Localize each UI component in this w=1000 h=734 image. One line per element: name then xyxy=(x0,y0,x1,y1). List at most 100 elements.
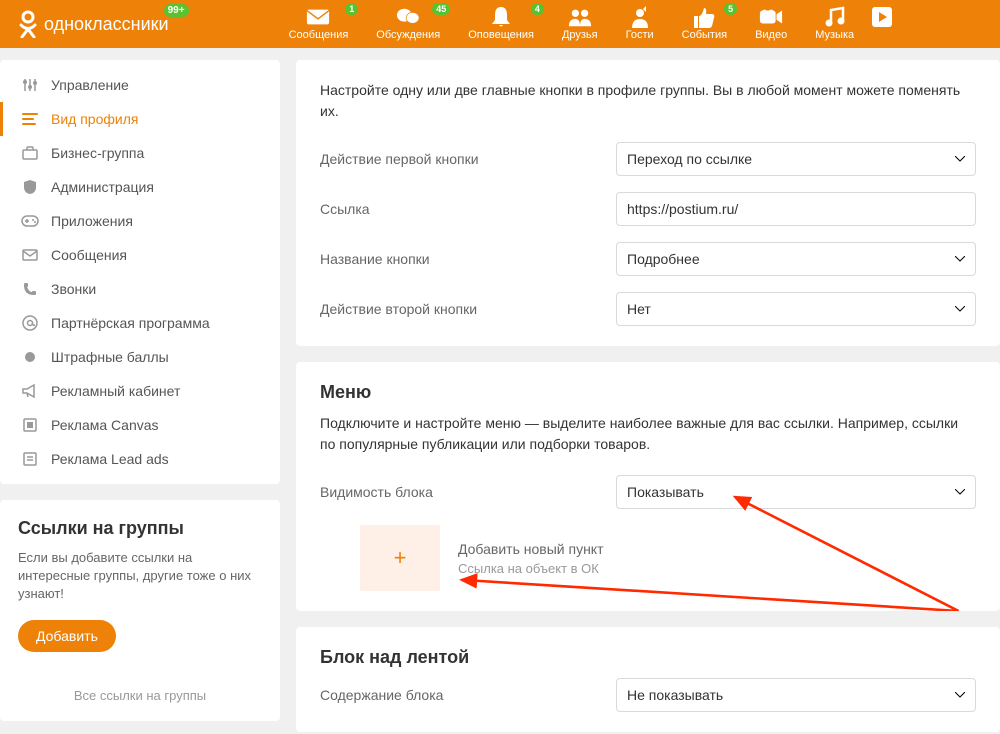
sidebar-item-label: Администрация xyxy=(51,179,154,195)
nav-badge: 4 xyxy=(531,3,544,15)
main-content: Настройте одну или две главные кнопки в … xyxy=(296,60,1000,732)
chat-icon xyxy=(396,7,420,27)
sidebar-item-calls[interactable]: Звонки xyxy=(0,272,280,306)
sidebar-item-lead-ads[interactable]: Реклама Lead ads xyxy=(0,442,280,476)
dot-icon xyxy=(21,348,39,366)
menu-panel: Меню Подключите и настройте меню — выдел… xyxy=(296,362,1000,611)
action2-label: Действие второй кнопки xyxy=(320,301,600,317)
sidebar-item-label: Управление xyxy=(51,77,129,93)
brand-badge: 99+ xyxy=(164,4,189,17)
sidebar-item-label: Сообщения xyxy=(51,247,127,263)
content-select[interactable]: Не показывать xyxy=(616,678,976,712)
canvas-icon xyxy=(21,416,39,434)
nav-notifications[interactable]: Оповещения 4 xyxy=(468,7,534,41)
buttons-panel: Настройте одну или две главные кнопки в … xyxy=(296,60,1000,346)
link-label: Ссылка xyxy=(320,201,600,217)
group-links-card: Ссылки на группы Если вы добавите ссылки… xyxy=(0,500,280,721)
at-icon xyxy=(21,314,39,332)
nav-guests[interactable]: Гости xyxy=(626,7,654,41)
nav-friends[interactable]: Друзья xyxy=(562,7,598,41)
add-link-button[interactable]: Добавить xyxy=(18,620,116,652)
brand-name: одноклассники xyxy=(44,14,169,35)
header-nav: Сообщения 1 Обсуждения 45 Оповещения 4 Д… xyxy=(289,7,895,41)
nav-label: Гости xyxy=(626,29,654,41)
add-sub: Ссылка на объект в ОК xyxy=(458,561,604,576)
sidebar-item-apps[interactable]: Приложения xyxy=(0,204,280,238)
bell-icon xyxy=(489,7,513,27)
sidebar-item-business[interactable]: Бизнес-группа xyxy=(0,136,280,170)
shield-icon xyxy=(21,178,39,196)
sidebar-item-label: Бизнес-группа xyxy=(51,145,144,161)
logo[interactable]: одноклассники 99+ xyxy=(18,10,169,38)
sidebar-item-label: Реклама Canvas xyxy=(51,417,159,433)
briefcase-icon xyxy=(21,144,39,162)
nav-badge: 45 xyxy=(432,3,450,15)
action1-label: Действие первой кнопки xyxy=(320,151,600,167)
nav-label: События xyxy=(682,29,727,41)
action1-select[interactable]: Переход по ссылке xyxy=(616,142,976,176)
top-header: одноклассники 99+ Сообщения 1 Обсуждения… xyxy=(0,0,1000,48)
sidebar-item-profile-view[interactable]: Вид профиля xyxy=(0,102,280,136)
music-icon xyxy=(823,7,847,27)
nav-music[interactable]: Музыка xyxy=(815,7,854,41)
all-links-link[interactable]: Все ссылки на группы xyxy=(18,688,262,703)
sidebar-item-label: Рекламный кабинет xyxy=(51,383,180,399)
link-input[interactable] xyxy=(616,192,976,226)
sidebar-item-partner[interactable]: Партнёрская программа xyxy=(0,306,280,340)
sidebar-item-label: Вид профиля xyxy=(51,111,138,127)
nav-events[interactable]: События 5 xyxy=(682,7,727,41)
sidebar-item-label: Штрафные баллы xyxy=(51,349,169,365)
sidebar-item-ads-cabinet[interactable]: Рекламный кабинет xyxy=(0,374,280,408)
nav-label: Музыка xyxy=(815,29,854,41)
visibility-label: Видимость блока xyxy=(320,484,600,500)
envelope-icon xyxy=(306,7,330,27)
content-label: Содержание блока xyxy=(320,687,600,703)
nav-messages[interactable]: Сообщения 1 xyxy=(289,7,349,41)
feed-block-title: Блок над лентой xyxy=(320,647,976,668)
list-icon xyxy=(21,110,39,128)
sidebar-item-label: Звонки xyxy=(51,281,96,297)
thumbs-up-icon xyxy=(692,7,716,27)
sidebar-item-canvas[interactable]: Реклама Canvas xyxy=(0,408,280,442)
nav-label: Друзья xyxy=(562,29,598,41)
sidebar-item-label: Приложения xyxy=(51,213,133,229)
links-title: Ссылки на группы xyxy=(18,518,262,539)
buttons-desc: Настройте одну или две главные кнопки в … xyxy=(320,80,976,122)
menu-desc: Подключите и настройте меню — выделите н… xyxy=(320,413,976,455)
nav-video[interactable]: Видео xyxy=(755,7,787,41)
nav-play[interactable] xyxy=(870,7,894,41)
nav-label: Оповещения xyxy=(468,29,534,41)
nav-label: Обсуждения xyxy=(376,29,440,41)
nav-label: Сообщения xyxy=(289,29,349,41)
guests-icon xyxy=(628,7,652,27)
sidebar-item-mail[interactable]: Сообщения xyxy=(0,238,280,272)
links-desc: Если вы добавите ссылки на интересные гр… xyxy=(18,549,262,604)
name-select[interactable]: Подробнее xyxy=(616,242,976,276)
sidebar-item-penalty[interactable]: Штрафные баллы xyxy=(0,340,280,374)
gamepad-icon xyxy=(21,212,39,230)
sidebar: Управление Вид профиля Бизнес-группа Адм… xyxy=(0,60,280,732)
sidebar-item-label: Партнёрская программа xyxy=(51,315,210,331)
feed-block-panel: Блок над лентой Содержание блока Не пока… xyxy=(296,627,1000,732)
sidebar-item-management[interactable]: Управление xyxy=(0,68,280,102)
nav-badge: 5 xyxy=(724,3,737,15)
add-menu-item[interactable]: + Добавить новый пункт Ссылка на объект … xyxy=(320,525,976,591)
plus-icon: + xyxy=(394,545,407,571)
nav-label: Видео xyxy=(755,29,787,41)
sidebar-item-admin[interactable]: Администрация xyxy=(0,170,280,204)
visibility-select[interactable]: Показывать xyxy=(616,475,976,509)
phone-icon xyxy=(21,280,39,298)
sidebar-menu: Управление Вид профиля Бизнес-группа Адм… xyxy=(0,60,280,484)
nav-discussions[interactable]: Обсуждения 45 xyxy=(376,7,440,41)
add-tile[interactable]: + xyxy=(360,525,440,591)
camera-icon xyxy=(759,7,783,27)
megaphone-icon xyxy=(21,382,39,400)
form-icon xyxy=(21,450,39,468)
mail-icon xyxy=(21,246,39,264)
play-icon xyxy=(870,7,894,27)
name-label: Название кнопки xyxy=(320,251,600,267)
sliders-icon xyxy=(21,76,39,94)
ok-logo-icon xyxy=(18,10,38,38)
nav-badge: 1 xyxy=(345,3,358,15)
action2-select[interactable]: Нет xyxy=(616,292,976,326)
